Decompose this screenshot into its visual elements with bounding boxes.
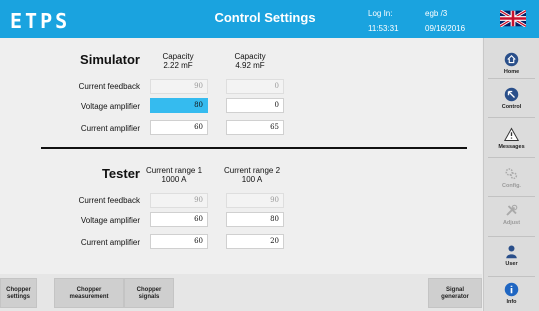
tester-voltage-amplifier-2[interactable]: 80 <box>226 212 284 227</box>
simulator-col1-title: Capacity <box>162 52 194 61</box>
tester-voltage-amplifier-label: Voltage amplifier <box>80 216 140 225</box>
messages-button[interactable]: Messages <box>484 123 539 157</box>
simulator-col2-title: Capacity <box>234 52 266 61</box>
tester-col1-head: Current range 1 1000 A <box>140 166 208 184</box>
sidebar-separator <box>488 196 535 197</box>
tester-col1-value: 1000 A <box>161 175 187 184</box>
sim-voltage-amplifier-1[interactable]: 80 <box>150 98 208 113</box>
control-button[interactable]: Control <box>484 83 539 117</box>
home-label: Home <box>503 69 520 75</box>
page-title: Control Settings <box>214 10 316 25</box>
chopper-measurement-button[interactable]: Chopper measurement <box>54 278 124 308</box>
settings-panel: Simulator Capacity 2.22 mF Capacity 4.92… <box>0 38 482 274</box>
user-button[interactable]: User <box>484 240 539 274</box>
sidebar-separator <box>488 157 535 158</box>
login-user: egb /3 <box>425 9 448 18</box>
uk-flag-icon[interactable] <box>500 10 526 27</box>
adjust-button[interactable]: Adjust <box>484 199 539 233</box>
sim-current-feedback-label: Current feedback <box>78 82 140 91</box>
chopper-signals-label-1: Chopper <box>136 287 162 293</box>
bottom-button-bar: Chopper settings Chopper measurement Cho… <box>0 274 482 311</box>
tools-icon <box>506 204 518 216</box>
tester-label: Tester <box>101 166 140 181</box>
tester-current-amplifier-1[interactable]: 60 <box>150 234 208 249</box>
config-label: Config. <box>502 183 521 189</box>
sim-current-amplifier-1[interactable]: 60 <box>150 120 208 135</box>
simulator-col2-head: Capacity 4.92 mF <box>220 52 280 70</box>
warning-icon <box>504 127 519 141</box>
info-button[interactable]: Info <box>484 278 539 311</box>
home-button[interactable]: Home <box>484 48 539 82</box>
navigation-sidebar: Home Control Messages Config. Adjust Use… <box>483 38 539 311</box>
adjust-label: Adjust <box>502 220 521 226</box>
sidebar-separator <box>488 117 535 118</box>
clock-date: 09/16/2016 <box>425 24 466 33</box>
chopper-measurement-label-2: measurement <box>69 294 109 300</box>
chopper-measurement-label-1: Chopper <box>76 287 102 293</box>
tester-current-feedback-2: 90 <box>226 193 284 208</box>
sim-current-feedback-1: 90 <box>150 79 208 94</box>
tester-col2-title: Current range 2 <box>223 166 281 175</box>
signal-generator-label-2: generator <box>441 294 469 300</box>
tester-current-amplifier-label: Current amplifier <box>80 238 140 247</box>
home-icon <box>504 52 519 67</box>
sidebar-separator <box>488 276 535 277</box>
simulator-col2-value: 4.92 mF <box>235 61 265 70</box>
user-label: User <box>505 261 518 267</box>
tester-current-feedback-label: Current feedback <box>78 196 140 205</box>
tester-current-amplifier-2[interactable]: 20 <box>226 234 284 249</box>
simulator-col1-head: Capacity 2.22 mF <box>148 52 208 70</box>
chopper-signals-button[interactable]: Chopper signals <box>124 278 174 308</box>
simulator-label: Simulator <box>80 52 140 67</box>
simulator-col1-value: 2.22 mF <box>163 61 193 70</box>
user-icon <box>506 245 517 259</box>
sim-voltage-amplifier-2[interactable]: 0 <box>226 98 284 113</box>
sim-current-amplifier-label: Current amplifier <box>80 124 140 133</box>
chopper-settings-label-2: settings <box>6 294 30 300</box>
header-bar: ETPS Control Settings Log In: egb /3 11:… <box>0 0 539 38</box>
config-button[interactable]: Config. <box>484 162 539 196</box>
chopper-settings-label-1: Chopper <box>6 287 31 293</box>
tester-col2-head: Current range 2 100 A <box>216 166 288 184</box>
tester-current-feedback-1: 90 <box>150 193 208 208</box>
sidebar-separator <box>488 236 535 237</box>
section-divider <box>41 147 467 149</box>
etps-logo: ETPS <box>10 9 71 33</box>
info-label: Info <box>506 299 517 305</box>
control-label: Control <box>501 104 522 110</box>
signal-generator-label-1: Signal <box>445 287 464 293</box>
tester-col2-value: 100 A <box>241 175 263 184</box>
signal-generator-button[interactable]: Signal generator <box>428 278 482 308</box>
sim-current-amplifier-2[interactable]: 65 <box>226 120 284 135</box>
sidebar-separator <box>488 78 535 79</box>
chopper-signals-label-2: signals <box>138 294 160 300</box>
sim-voltage-amplifier-label: Voltage amplifier <box>80 102 140 111</box>
sim-current-feedback-2: 0 <box>226 79 284 94</box>
messages-label: Messages <box>498 144 525 150</box>
gears-icon <box>505 168 518 180</box>
clock-time: 11:53:31 <box>368 24 399 33</box>
tester-voltage-amplifier-1[interactable]: 60 <box>150 212 208 227</box>
chopper-settings-button[interactable]: Chopper settings <box>0 278 37 308</box>
tester-col1-title: Current range 1 <box>145 166 203 175</box>
info-icon <box>504 282 519 297</box>
control-icon <box>504 87 519 102</box>
login-label: Log In: <box>368 9 393 18</box>
